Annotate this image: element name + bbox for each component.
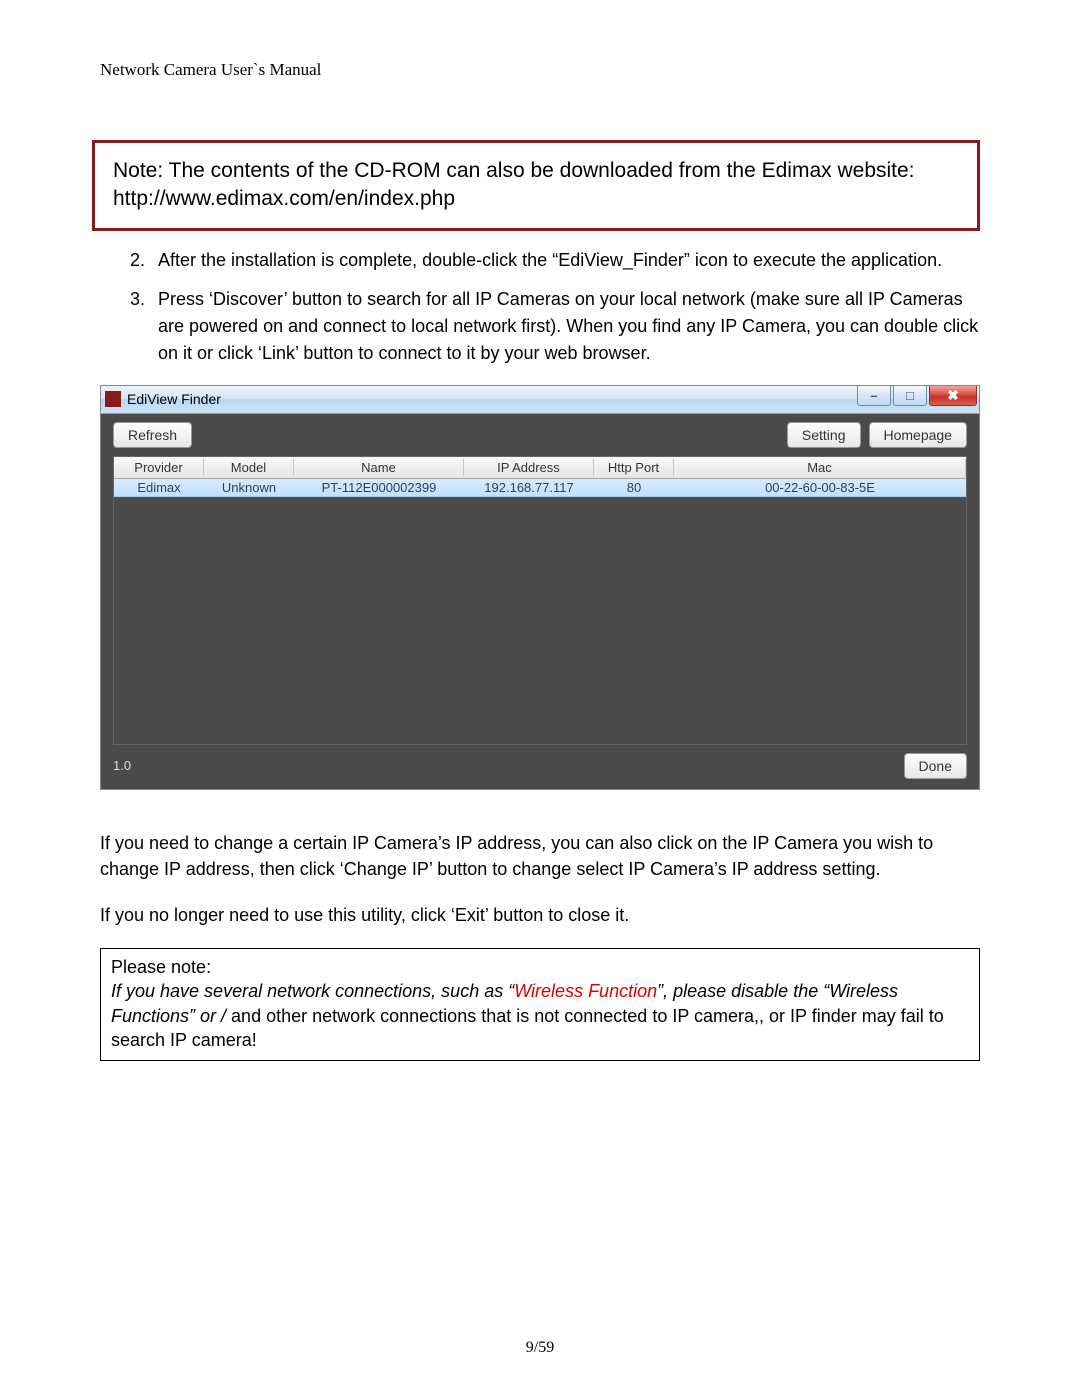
camera-grid-container: Provider Model Name IP Address Http Port… (101, 456, 979, 745)
please-note-box: Please note: If you have several network… (100, 948, 980, 1061)
page-number: 9/59 (0, 1339, 1080, 1357)
setting-button[interactable]: Setting (787, 422, 861, 448)
step-number: 3. (130, 286, 158, 367)
please-note-line-c: and other network connections that is no… (111, 1006, 944, 1050)
maximize-button[interactable]: □ (893, 386, 927, 406)
window-controls: – □ ✖ (857, 386, 979, 413)
col-header-name[interactable]: Name (294, 459, 464, 476)
please-note-title: Please note: (111, 955, 969, 979)
note-callout-box: Note: The contents of the CD-ROM can als… (92, 140, 980, 231)
step-item: 2. After the installation is complete, d… (130, 247, 980, 274)
app-icon (105, 391, 121, 407)
col-header-port[interactable]: Http Port (594, 459, 674, 476)
paragraph-change-ip: If you need to change a certain IP Camer… (100, 830, 980, 882)
grid-body-empty (114, 497, 966, 744)
refresh-button[interactable]: Refresh (113, 422, 192, 448)
status-bar: 1.0 Done (101, 745, 979, 789)
step-item: 3. Press ‘Discover’ button to search for… (130, 286, 980, 367)
cell-name: PT-112E000002399 (294, 480, 464, 495)
cell-model: Unknown (204, 480, 294, 495)
step-text: After the installation is complete, doub… (158, 247, 980, 274)
homepage-button[interactable]: Homepage (869, 422, 968, 448)
paragraph-exit: If you no longer need to use this utilit… (100, 902, 980, 928)
cell-ip: 192.168.77.117 (464, 480, 594, 495)
done-button[interactable]: Done (904, 753, 967, 779)
table-row[interactable]: Edimax Unknown PT-112E000002399 192.168.… (114, 479, 966, 497)
document-header: Network Camera User`s Manual (100, 60, 980, 80)
col-header-ip[interactable]: IP Address (464, 459, 594, 476)
instruction-steps: 2. After the installation is complete, d… (130, 247, 980, 367)
step-text: Press ‘Discover’ button to search for al… (158, 286, 980, 367)
version-label: 1.0 (113, 758, 904, 773)
step-number: 2. (130, 247, 158, 274)
col-header-model[interactable]: Model (204, 459, 294, 476)
minimize-icon: – (870, 388, 877, 403)
window-title: EdiView Finder (127, 391, 857, 407)
close-icon: ✖ (947, 387, 959, 404)
col-header-provider[interactable]: Provider (114, 459, 204, 476)
col-header-mac[interactable]: Mac (674, 459, 966, 476)
minimize-button[interactable]: – (857, 386, 891, 406)
cell-port: 80 (594, 480, 674, 495)
cell-provider: Edimax (114, 480, 204, 495)
please-note-line-a: If you have several network connections,… (111, 981, 514, 1001)
close-button[interactable]: ✖ (929, 386, 977, 406)
camera-grid: Provider Model Name IP Address Http Port… (113, 456, 967, 745)
ediview-finder-window: EdiView Finder – □ ✖ Refresh Setting Hom… (100, 385, 980, 790)
window-titlebar[interactable]: EdiView Finder – □ ✖ (101, 386, 979, 414)
grid-header-row: Provider Model Name IP Address Http Port… (114, 457, 966, 479)
toolbar: Refresh Setting Homepage (101, 414, 979, 456)
wireless-function-highlight: Wireless Function (514, 981, 657, 1001)
maximize-icon: □ (906, 388, 914, 403)
cell-mac: 00-22-60-00-83-5E (674, 480, 966, 495)
